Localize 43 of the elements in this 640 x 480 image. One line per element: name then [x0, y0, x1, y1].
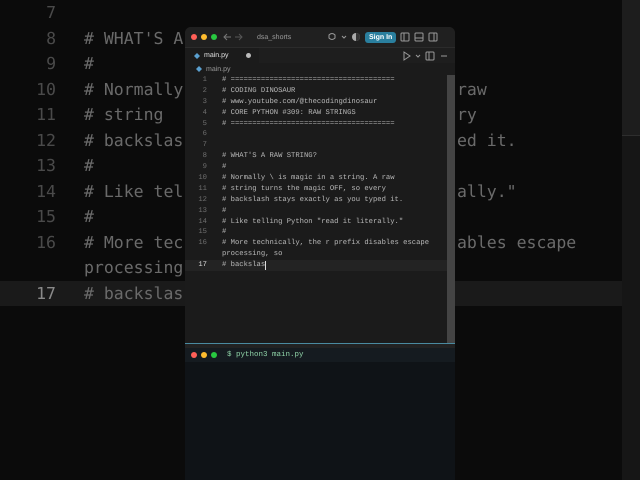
code-text: # string: [84, 104, 164, 126]
line-number: 11: [36, 105, 56, 124]
line-number: 10: [36, 80, 56, 98]
line-number: 8: [46, 28, 56, 48]
code-text: ed it.: [457, 130, 517, 152]
text-cursor: [265, 261, 266, 270]
close-button[interactable]: [191, 34, 197, 40]
line-number: 13: [36, 156, 56, 175]
code-text: # WHAT'S A: [84, 28, 184, 50]
code-text: ry: [457, 104, 477, 126]
line-number: 9: [46, 54, 56, 73]
code-text: ally.": [457, 180, 517, 202]
code-text: # Normally: [84, 78, 184, 100]
panel-layout-icon[interactable]: [400, 32, 410, 42]
code-text: raw: [457, 78, 487, 100]
code-text: # backslas: [84, 282, 184, 304]
line-number: 15: [36, 207, 56, 226]
split-editor-icon[interactable]: [425, 50, 435, 60]
code-text: # More tec: [84, 232, 184, 254]
minimize-button[interactable]: [201, 34, 207, 40]
code-text: # Like tel: [84, 180, 184, 202]
line-number: 17: [36, 284, 56, 302]
close-dot: [191, 352, 197, 358]
code-text: #: [84, 53, 94, 75]
line-number: 16: [36, 232, 56, 252]
half-circle-icon[interactable]: [351, 32, 361, 42]
code-text: # backslas: [84, 130, 184, 152]
panel-layout-icon[interactable]: [414, 32, 424, 42]
line-number: 14: [36, 182, 56, 200]
code-text: ables escape: [457, 232, 576, 254]
line-number: 12: [36, 130, 56, 150]
back-forward-arrows-icon[interactable]: [221, 32, 245, 42]
code-text: processing: [84, 257, 184, 279]
run-icon[interactable]: [403, 50, 411, 60]
scrollbar[interactable]: [622, 0, 640, 480]
maximize-dot: [211, 352, 217, 358]
code-text: #: [84, 155, 94, 177]
panel-layout-icon[interactable]: [428, 32, 438, 42]
line-number: 7: [46, 3, 56, 22]
scrollbar[interactable]: [447, 75, 455, 343]
maximize-button[interactable]: [211, 34, 217, 40]
minimize-dot: [201, 352, 207, 358]
code-text: #: [84, 206, 94, 228]
